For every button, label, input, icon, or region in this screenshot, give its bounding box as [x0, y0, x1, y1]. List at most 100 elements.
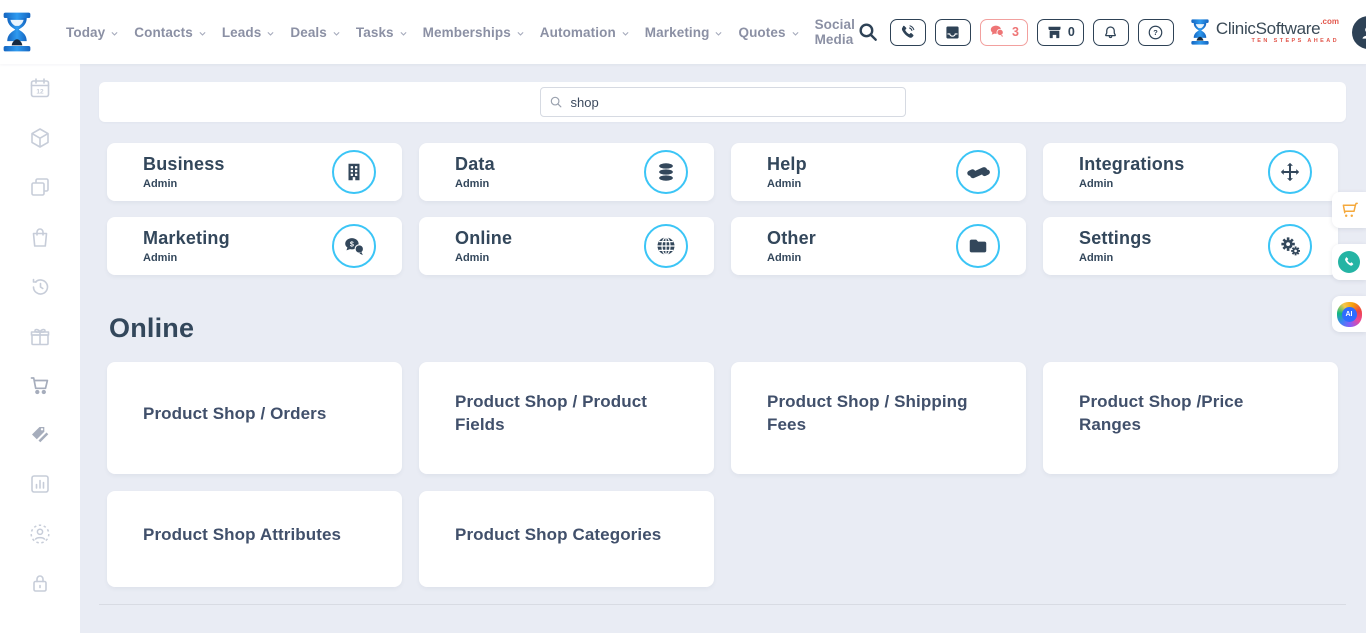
bell-icon [1102, 24, 1119, 41]
search-input[interactable] [540, 87, 906, 117]
category-card-integrations[interactable]: Integrations Admin [1043, 143, 1338, 201]
ai-icon: AI [1337, 302, 1362, 327]
section-title: Online [109, 313, 1346, 344]
product-card-price-ranges[interactable]: Product Shop /Price Ranges [1043, 362, 1338, 474]
category-card-data[interactable]: Data Admin [419, 143, 714, 201]
brand-hourglass-icon [1189, 18, 1211, 46]
chat-dollar-icon: $ [332, 224, 376, 268]
nav-item-leads[interactable]: Leads [222, 25, 276, 40]
sidebar-item-gift[interactable] [28, 324, 52, 348]
globe-icon [644, 224, 688, 268]
phone-icon [899, 24, 916, 41]
top-header: Today Contacts Leads Deals Tasks Members… [0, 0, 1366, 64]
user-avatar[interactable] [1352, 16, 1366, 49]
app-logo[interactable] [0, 11, 34, 53]
hourglass-logo-icon [0, 11, 34, 53]
search-button[interactable] [855, 19, 881, 45]
brand-logo: ClinicSoftware .com TEN STEPS AHEAD [1189, 18, 1339, 46]
nav-item-memberships[interactable]: Memberships [423, 25, 525, 40]
floating-ai-button[interactable]: AI [1332, 296, 1366, 332]
nav-item-marketing[interactable]: Marketing [645, 25, 724, 40]
floating-cart-button[interactable] [1332, 192, 1366, 228]
history-icon [28, 274, 52, 298]
chevron-down-icon [714, 29, 723, 38]
sidebar-item-calendar[interactable]: 12 [28, 76, 52, 100]
floating-whatsapp-button[interactable] [1332, 244, 1366, 280]
lock-icon [28, 571, 52, 595]
nav-item-tasks[interactable]: Tasks [356, 25, 408, 40]
phone-button[interactable] [890, 19, 926, 46]
sidebar-item-products[interactable] [28, 126, 52, 150]
chat-button[interactable]: 3 [980, 19, 1028, 46]
sidebar-item-tags[interactable] [28, 423, 52, 447]
product-grid: Product Shop / Orders Product Shop / Pro… [107, 362, 1338, 587]
svg-text:?: ? [1154, 28, 1159, 37]
database-icon [644, 150, 688, 194]
product-card-attributes[interactable]: Product Shop Attributes [107, 491, 402, 587]
calendar-icon: 12 [28, 76, 52, 100]
header-actions: 3 0 ? [855, 16, 1366, 49]
whatsapp-icon [1338, 251, 1360, 273]
nav-item-deals[interactable]: Deals [290, 25, 341, 40]
chevron-down-icon [110, 29, 119, 38]
left-sidebar: 12 [0, 64, 80, 633]
chevron-down-icon [791, 29, 800, 38]
person-icon [1358, 22, 1366, 42]
store-button[interactable]: 0 [1037, 19, 1084, 46]
category-card-marketing[interactable]: Marketing Admin $ [107, 217, 402, 275]
help-button[interactable]: ? [1138, 19, 1174, 46]
sidebar-item-history[interactable] [28, 274, 52, 298]
inbox-button[interactable] [935, 19, 971, 46]
sidebar-item-shopping-bag[interactable] [28, 225, 52, 249]
search-icon [857, 21, 879, 43]
product-card-shipping-fees[interactable]: Product Shop / Shipping Fees [731, 362, 1026, 474]
sidebar-item-pages[interactable] [28, 175, 52, 199]
product-card-product-fields[interactable]: Product Shop / Product Fields [419, 362, 714, 474]
chevron-down-icon [266, 29, 275, 38]
chevron-down-icon [399, 29, 408, 38]
nav-item-quotes[interactable]: Quotes [738, 25, 799, 40]
brand-tagline: TEN STEPS AHEAD [1252, 39, 1339, 45]
handshake-icon [956, 150, 1000, 194]
category-card-business[interactable]: Business Admin [107, 143, 402, 201]
help-icon: ? [1147, 24, 1164, 41]
bottom-divider [99, 604, 1346, 605]
product-card-orders[interactable]: Product Shop / Orders [107, 362, 402, 474]
svg-text:$: $ [349, 240, 353, 248]
category-card-online[interactable]: Online Admin [419, 217, 714, 275]
sidebar-item-lock[interactable] [28, 571, 52, 595]
sidebar-item-account[interactable] [28, 522, 52, 546]
chevron-down-icon [332, 29, 341, 38]
category-card-settings[interactable]: Settings Admin [1043, 217, 1338, 275]
product-card-categories[interactable]: Product Shop Categories [419, 491, 714, 587]
sidebar-item-reports[interactable] [28, 472, 52, 496]
move-arrows-icon [1268, 150, 1312, 194]
brand-tld: .com [1320, 18, 1339, 26]
tags-icon [28, 423, 52, 447]
chevron-down-icon [621, 29, 630, 38]
gears-icon [1268, 224, 1312, 268]
category-card-other[interactable]: Other Admin [731, 217, 1026, 275]
search-container [99, 82, 1346, 122]
category-grid: Business Admin Data Admin [107, 143, 1338, 275]
building-icon [332, 150, 376, 194]
sidebar-item-cart[interactable] [28, 373, 52, 397]
nav-item-automation[interactable]: Automation [540, 25, 630, 40]
package-icon [28, 126, 52, 150]
folder-icon [956, 224, 1000, 268]
pages-icon [28, 175, 52, 199]
cart-icon [28, 373, 52, 397]
main-nav: Today Contacts Leads Deals Tasks Members… [66, 17, 855, 47]
inbox-icon [944, 24, 961, 41]
chat-count-badge: 3 [1012, 25, 1019, 39]
category-card-help[interactable]: Help Admin [731, 143, 1026, 201]
gift-icon [28, 324, 52, 348]
chat-bubbles-icon [989, 23, 1007, 41]
nav-item-social-media[interactable]: Social Media [815, 17, 855, 47]
storefront-icon [1046, 24, 1063, 41]
main-content: Business Admin Data Admin [80, 64, 1366, 633]
svg-text:12: 12 [36, 89, 44, 96]
nav-item-contacts[interactable]: Contacts [134, 25, 207, 40]
notifications-button[interactable] [1093, 19, 1129, 46]
nav-item-today[interactable]: Today [66, 25, 119, 40]
